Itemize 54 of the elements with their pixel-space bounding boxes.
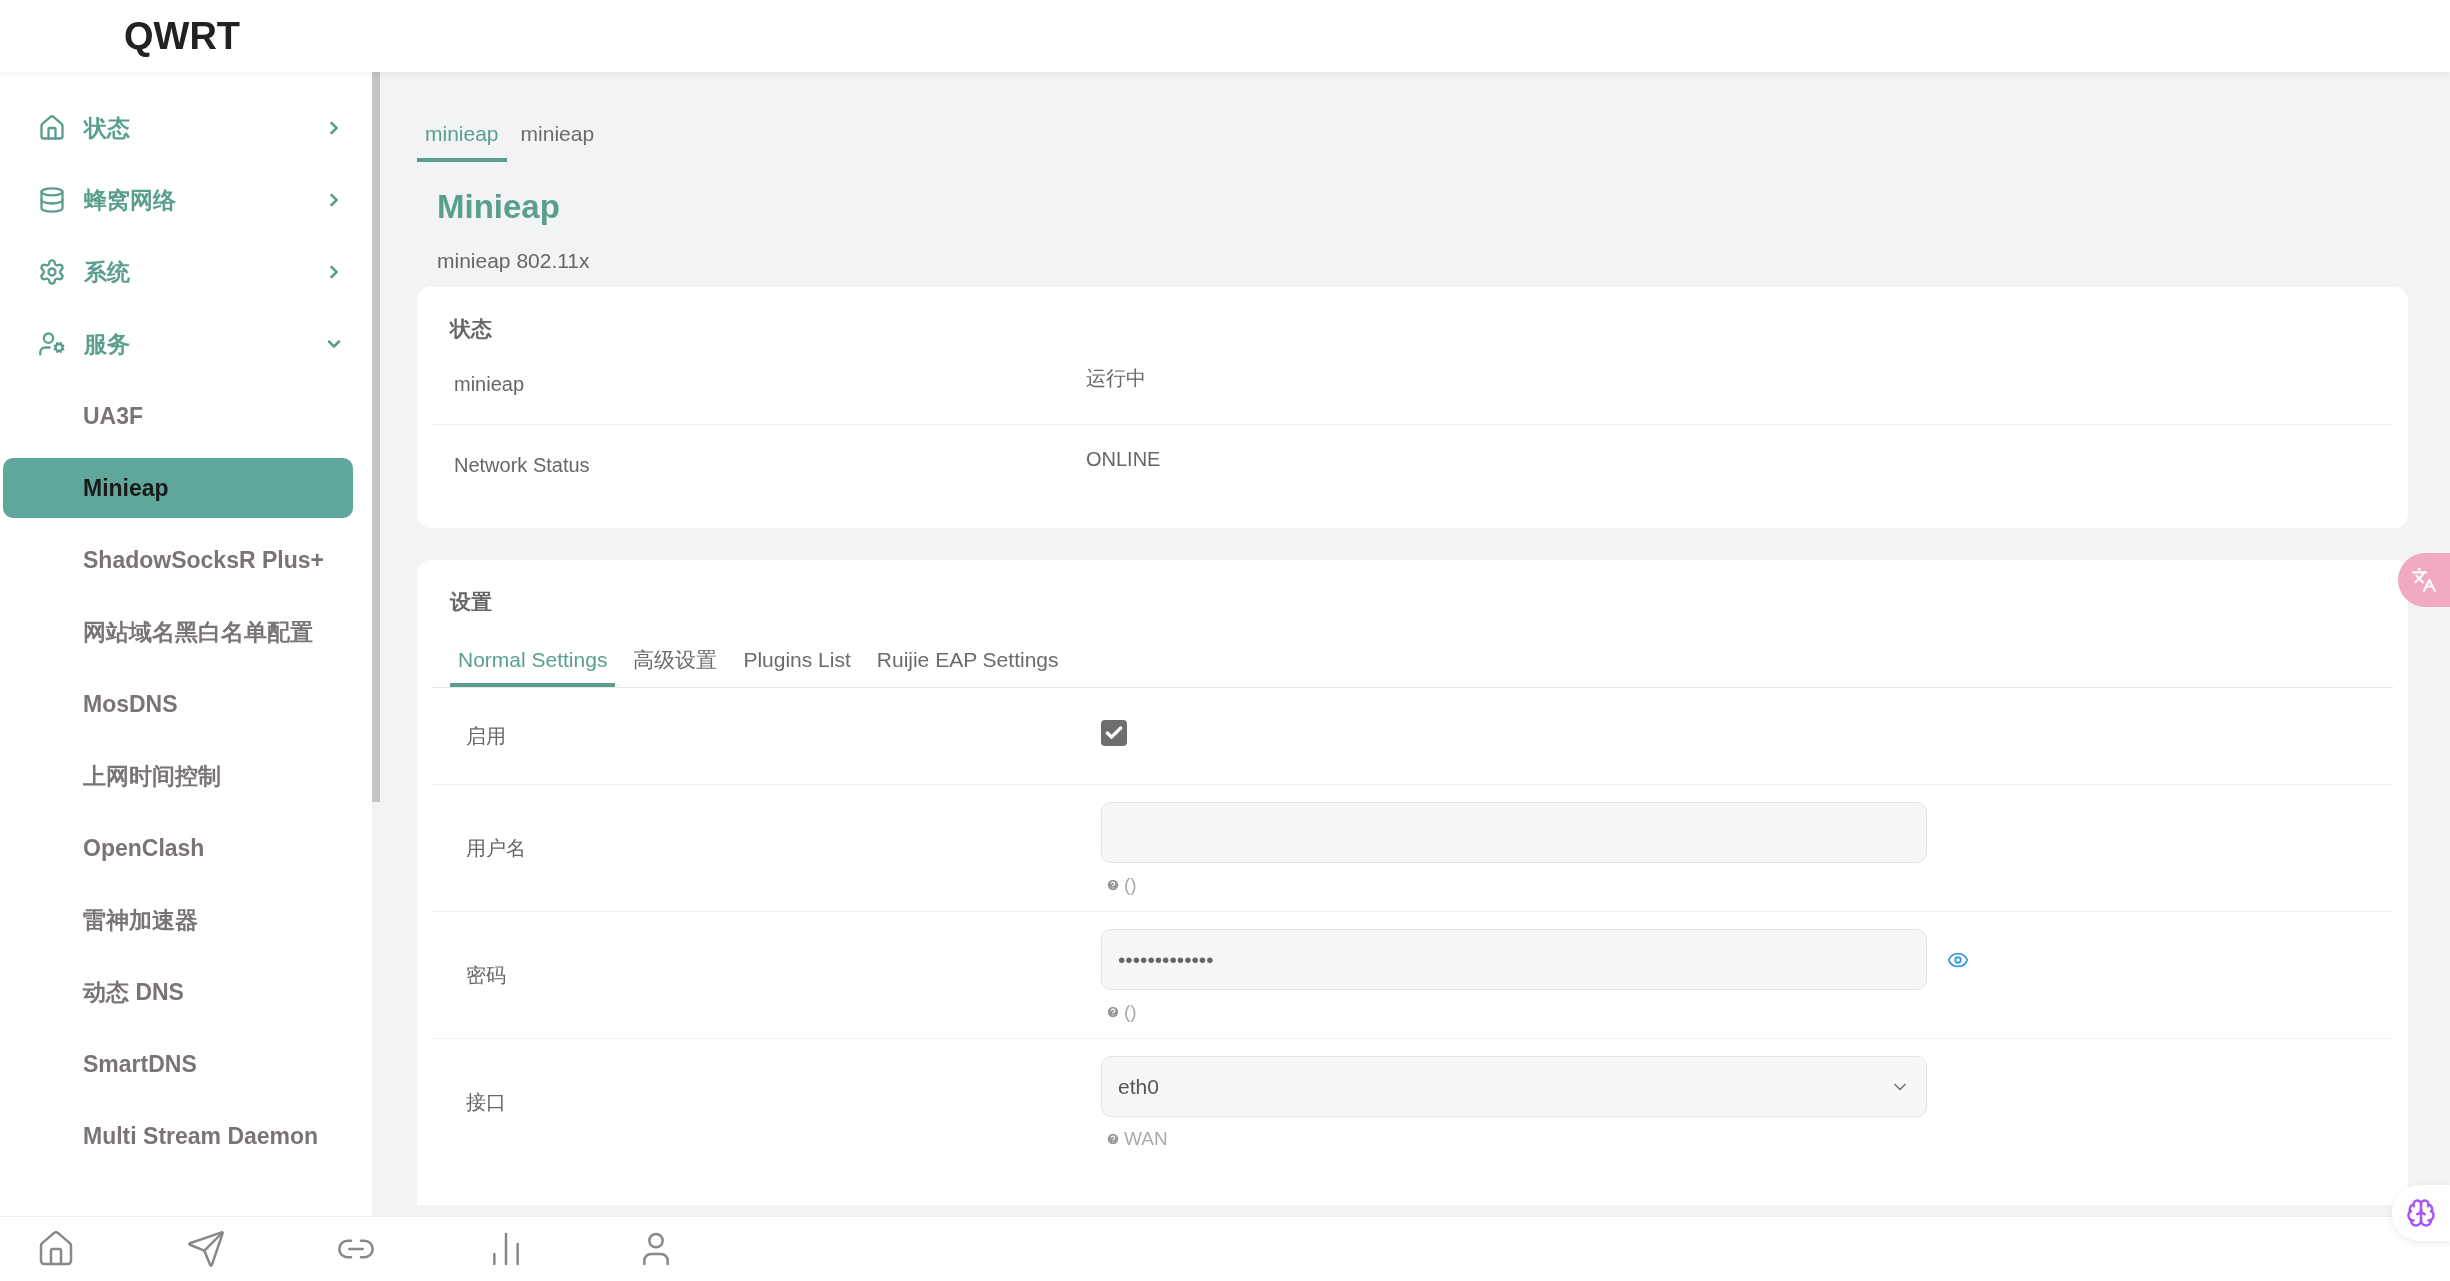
sidebar-item[interactable]: OpenClash	[0, 812, 372, 884]
sidebar-item[interactable]: SmartDNS	[0, 1028, 372, 1100]
paper-plane-icon[interactable]	[186, 1229, 226, 1269]
sidebar-item[interactable]: 动态 DNS	[0, 956, 372, 1028]
field-label: 接口	[466, 1090, 506, 1115]
tab[interactable]: minieap	[512, 118, 603, 162]
tab[interactable]: Plugins List	[735, 643, 859, 687]
help-text: ()	[1124, 873, 1137, 897]
help-icon	[1106, 1132, 1120, 1147]
status-value: ONLINE	[1086, 446, 1161, 472]
brain-icon	[2406, 1198, 2436, 1228]
sidebar-item[interactable]: 网站域名黑白名单配置	[0, 596, 372, 668]
home-icon	[38, 114, 66, 142]
page-description: minieap 802.11x	[437, 248, 591, 274]
database-icon	[38, 186, 66, 214]
select-field[interactable]: eth0	[1101, 1056, 1927, 1117]
translate-icon	[2411, 567, 2437, 593]
help-icon	[1106, 878, 1120, 893]
tab[interactable]: 高级设置	[625, 643, 726, 687]
tab[interactable]: minieap	[417, 118, 507, 162]
page-title: Minieap	[437, 186, 561, 227]
field-label: 启用	[466, 724, 506, 749]
help-icon	[1106, 1005, 1120, 1020]
tab[interactable]: Ruijie EAP Settings	[868, 643, 1067, 687]
sidebar-item[interactable]: UA3F	[0, 380, 372, 452]
sidebar-item[interactable]: 服务	[0, 308, 372, 380]
sidebar-item[interactable]: MosDNS	[0, 668, 372, 740]
input-field[interactable]	[1101, 802, 1927, 863]
input-field[interactable]: •••••••••••••	[1101, 929, 1927, 990]
sidebar-item[interactable]: Minieap	[3, 458, 353, 518]
sidebar-item[interactable]: 雷神加速器	[0, 884, 372, 956]
section-title: 设置	[448, 589, 493, 615]
tab[interactable]: Normal Settings	[450, 643, 616, 687]
section-title: 状态	[448, 315, 493, 342]
sidebar-item[interactable]: 上网时间控制	[0, 740, 372, 812]
sidebar-item[interactable]: 系统	[0, 236, 372, 308]
settings-icon	[38, 258, 66, 286]
status-label: Network Status	[454, 453, 590, 476]
assistant-button[interactable]	[2392, 1185, 2450, 1241]
user-icon	[38, 330, 66, 358]
status-label: minieap	[454, 373, 525, 395]
scrollbar[interactable]	[372, 72, 380, 1216]
sidebar-item[interactable]: 蜂窝网络	[0, 164, 372, 236]
sidebar-item[interactable]: Multi Stream Daemon	[0, 1100, 372, 1172]
status-value: 运行中	[1086, 366, 1146, 391]
field-label: 密码	[466, 963, 506, 988]
sidebar-item[interactable]: ShadowSocksR Plus+	[0, 524, 372, 596]
checkbox[interactable]	[1101, 720, 1127, 746]
translate-button[interactable]	[2398, 553, 2450, 607]
field-label: 用户名	[466, 836, 526, 861]
help-text: ()	[1124, 1000, 1137, 1024]
sidebar-item[interactable]: 状态	[0, 92, 372, 164]
help-text: WAN	[1124, 1127, 1168, 1151]
logo-text: QWRT	[124, 13, 241, 59]
